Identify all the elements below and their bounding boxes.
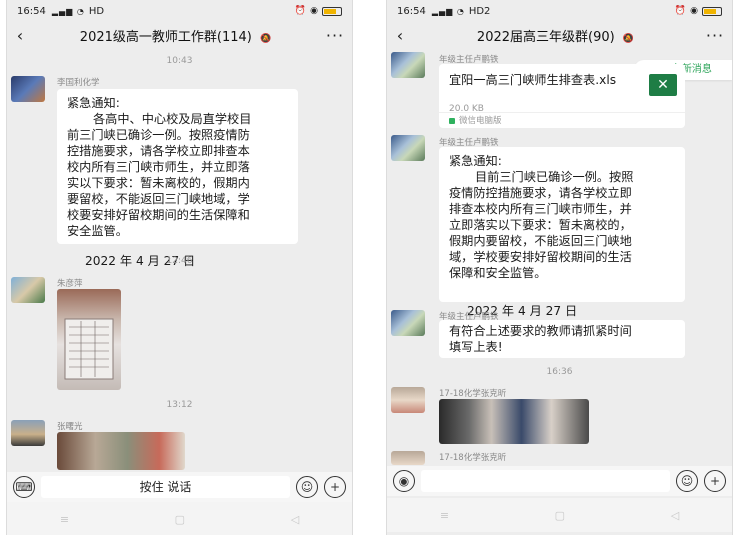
file-message[interactable]: 宜阳一高三门峡师生排查表.xls 20.0 KB ✕ 微信电脑版 xyxy=(439,64,685,128)
notice-line: 排查本校内所有三门峡市师生，并 xyxy=(449,202,632,216)
message-bubble[interactable]: 紧急通知: 各高中、中心校及局直学校目 前三门峡已确诊一例。按照疫情防 控措施要… xyxy=(57,89,298,268)
status-bar: 16:54 ▂▄▆ ◔ HD2 ⏰ ◉ xyxy=(387,0,732,22)
back-arrow-icon[interactable]: ‹ xyxy=(7,26,33,45)
notice-line: 域，学校要安排好留校期间的生活 xyxy=(449,250,632,264)
notice-line: 实以下要求：暂未离校的，假期内 xyxy=(67,176,250,190)
chat-header: ‹ 2022届高三年级群(90) 🔕 ··· xyxy=(387,22,732,48)
system-nav-bar: ≡ ▢ ◁ xyxy=(7,502,352,535)
signal-icon: ▂▄▆ ◔ xyxy=(431,6,465,16)
message-line: 填写上表! xyxy=(449,340,503,354)
chat-title-text: 2022届高三年级群(90) xyxy=(476,29,615,45)
mute-icon: ◉ xyxy=(310,6,318,16)
sender-name: 朱彦萍 xyxy=(57,279,83,289)
notice-line: 安全监管。 xyxy=(67,224,128,238)
avatar[interactable] xyxy=(391,387,425,413)
back-arrow-icon[interactable]: ‹ xyxy=(387,26,413,45)
avatar[interactable] xyxy=(11,420,45,446)
avatar[interactable] xyxy=(391,52,425,78)
photo-message[interactable] xyxy=(439,399,589,444)
sender-name: 张曙光 xyxy=(57,422,83,432)
alarm-icon: ⏰ xyxy=(294,6,307,16)
photo-message[interactable] xyxy=(57,432,185,470)
notice-line: 控措施要求，请各学校立即排查本 xyxy=(67,144,250,158)
avatar[interactable] xyxy=(11,277,45,303)
time-stamp: 12:46 xyxy=(166,256,193,266)
message-bubble[interactable]: 有符合上述要求的教师请抓紧时间 填写上表! xyxy=(439,320,685,358)
hold-to-talk-button[interactable]: 按住 说话 xyxy=(41,476,290,498)
network-label: HD2 xyxy=(468,5,491,17)
network-label: HD xyxy=(88,5,105,17)
back-triangle-icon[interactable]: ◁ xyxy=(291,513,299,526)
right-chat-screen: 16:54 ▂▄▆ ◔ HD2 ⏰ ◉ ‹ 2022届高三年级群(90) 🔕 ·… xyxy=(386,0,733,535)
keyboard-icon[interactable]: ⌨ xyxy=(13,476,35,498)
notice-line: 目前三门峡已确诊一例。按照 xyxy=(475,170,634,184)
file-source-label: 微信电脑版 xyxy=(459,116,502,126)
emoji-icon[interactable]: ☺ xyxy=(676,470,698,492)
more-icon[interactable]: ··· xyxy=(318,26,352,45)
time-stamp: 16:36 xyxy=(546,367,573,377)
left-chat-screen: 16:54 ▂▄▆ ◔ HD ⏰ ◉ ‹ 2021级高一教师工作群(114) 🔕… xyxy=(6,0,353,535)
status-time: 16:54 xyxy=(17,5,46,17)
status-bar: 16:54 ▂▄▆ ◔ HD ⏰ ◉ xyxy=(7,0,352,22)
recent-apps-icon[interactable]: ≡ xyxy=(60,513,69,526)
battery-icon xyxy=(702,6,722,16)
signal-icon: ▂▄▆ ◔ xyxy=(51,6,85,16)
home-icon[interactable]: ▢ xyxy=(555,509,565,522)
notice-line: 校要安排好留校期间的生活保障和 xyxy=(67,208,250,222)
plus-icon[interactable]: + xyxy=(704,470,726,492)
notice-line: 立即落实以下要求：暂未离校的， xyxy=(449,218,632,232)
time-stamp: 13:12 xyxy=(166,400,193,410)
avatar[interactable] xyxy=(11,76,45,102)
avatar[interactable] xyxy=(391,451,425,465)
message-bubble[interactable]: 紧急通知: 目前三门峡已确诊一例。按照 疫情防控措施要求，请各学校立即 排查本校… xyxy=(439,147,685,318)
chat-title: 2022届高三年级群(90) 🔕 xyxy=(413,26,698,45)
notice-line: 各高中、中心校及局直学校目 xyxy=(93,112,252,126)
more-icon[interactable]: ··· xyxy=(698,26,732,45)
excel-file-icon: ✕ xyxy=(649,74,677,96)
mute-icon: ◉ xyxy=(690,6,698,16)
message-line: 有符合上述要求的教师请抓紧时间 xyxy=(449,324,632,338)
notice-line: 要留校，不能返回三门峡地域，学 xyxy=(67,192,250,206)
back-triangle-icon[interactable]: ◁ xyxy=(671,509,679,522)
voice-icon[interactable]: ◉ xyxy=(393,470,415,492)
chat-title: 2021级高一教师工作群(114) 🔕 xyxy=(33,26,318,45)
notice-line: 校内所有三门峡市师生，并立即落 xyxy=(67,160,250,174)
home-icon[interactable]: ▢ xyxy=(175,513,185,526)
notice-line: 假期内要留校，不能返回三门峡地 xyxy=(449,234,632,248)
avatar[interactable] xyxy=(391,135,425,161)
mute-bell-icon: 🔕 xyxy=(259,33,272,44)
time-stamp: 10:43 xyxy=(166,56,193,66)
message-input[interactable] xyxy=(421,470,670,492)
photo-message[interactable] xyxy=(57,289,121,390)
status-icons: ⏰ ◉ xyxy=(675,6,722,16)
recent-apps-icon[interactable]: ≡ xyxy=(440,509,449,522)
system-nav-bar: ≡ ▢ ◁ xyxy=(387,498,732,532)
sender-name: 李国利化学 xyxy=(57,78,100,88)
file-name: 宜阳一高三门峡师生排查表.xls xyxy=(449,73,617,87)
file-source: 微信电脑版 xyxy=(439,112,685,128)
sender-name: 17-18化学张克昕 xyxy=(439,453,507,463)
emoji-icon[interactable]: ☺ xyxy=(296,476,318,498)
wechat-pc-icon xyxy=(449,117,455,124)
notice-line: 疫情防控措施要求，请各学校立即 xyxy=(449,186,632,200)
status-icons: ⏰ ◉ xyxy=(295,6,342,16)
notice-heading: 紧急通知: xyxy=(449,154,502,168)
alarm-icon: ⏰ xyxy=(674,6,687,16)
input-bar: ◉ ☺ + xyxy=(387,466,732,496)
battery-icon xyxy=(322,6,342,16)
plus-icon[interactable]: + xyxy=(324,476,346,498)
mute-bell-icon: 🔕 xyxy=(622,33,635,44)
sender-name: 17-18化学张克昕 xyxy=(439,389,507,399)
input-bar: ⌨ 按住 说话 ☺ + xyxy=(7,472,352,502)
chat-header: ‹ 2021级高一教师工作群(114) 🔕 ··· xyxy=(7,22,352,48)
status-time: 16:54 xyxy=(397,5,426,17)
chat-title-text: 2021级高一教师工作群(114) xyxy=(79,29,252,45)
avatar[interactable] xyxy=(391,310,425,336)
notice-line: 保障和安全监管。 xyxy=(449,266,547,280)
document-photo-icon xyxy=(64,318,114,380)
notice-line: 前三门峡已确诊一例。按照疫情防 xyxy=(67,128,250,142)
notice-heading: 紧急通知: xyxy=(67,96,120,110)
